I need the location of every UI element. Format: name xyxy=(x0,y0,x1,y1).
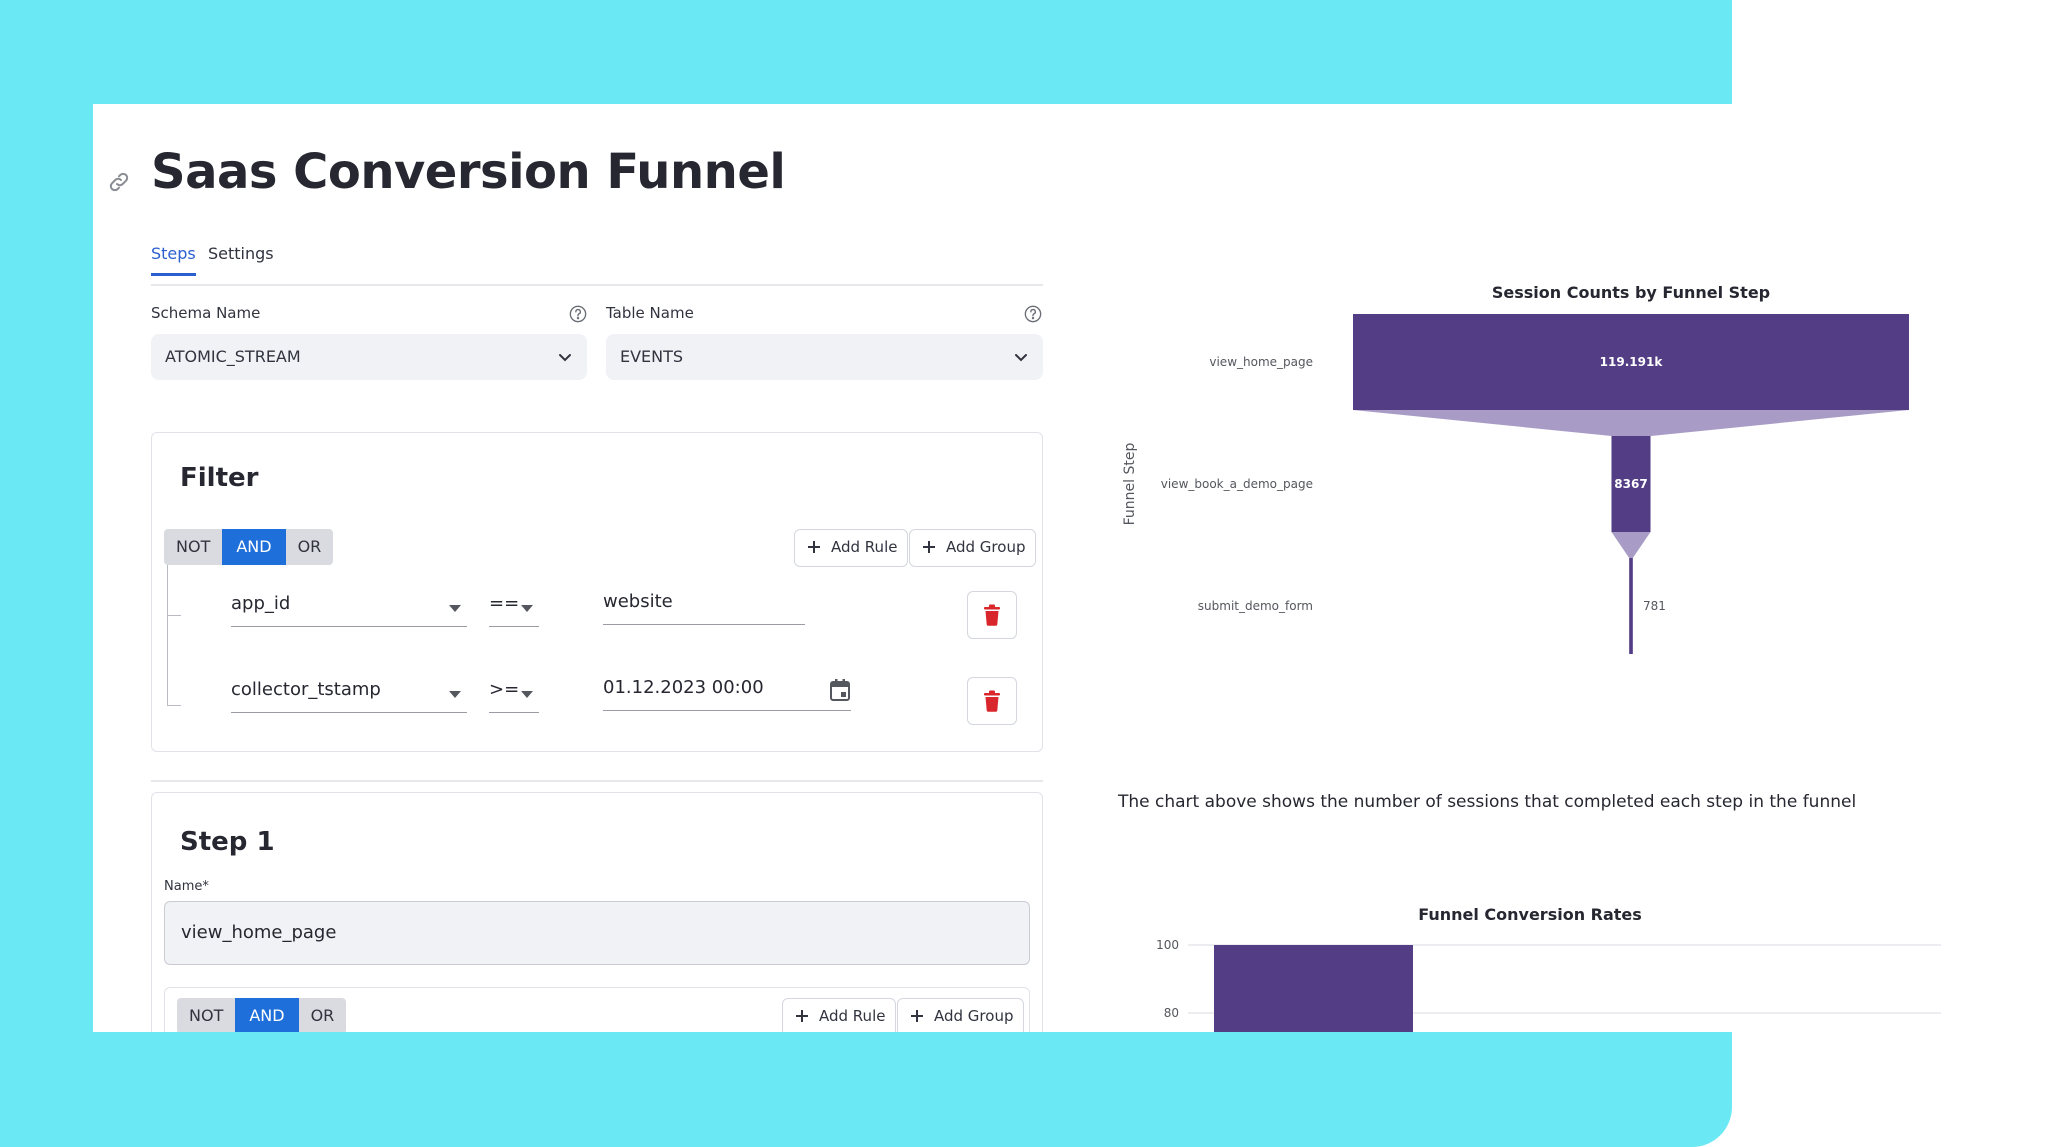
funnel-category-label: view_book_a_demo_page xyxy=(1161,477,1313,491)
funnel-connector xyxy=(1611,532,1651,558)
funnel-category-label: view_home_page xyxy=(1209,355,1313,369)
funnel-value-label: 119.191k xyxy=(1600,355,1664,369)
funnel-connector xyxy=(1353,410,1909,436)
charts-area: Session Counts by Funnel Step Funnel Step… xyxy=(1122,283,1941,1032)
conversion-title: Funnel Conversion Rates xyxy=(1418,905,1642,924)
app-panel: Saas Conversion Funnel Steps Settings Sc… xyxy=(93,104,2048,1032)
funnel-value-label: 781 xyxy=(1643,599,1666,613)
funnel-y-axis-label: Funnel Step xyxy=(1122,443,1138,526)
funnel-title: Session Counts by Funnel Step xyxy=(1492,283,1770,302)
funnel-value-label: 8367 xyxy=(1614,477,1647,491)
funnel-bar-submit_demo_form xyxy=(1629,558,1633,654)
conversion-bar-view_home_page xyxy=(1214,945,1413,1032)
chart-caption: The chart above shows the number of sess… xyxy=(1118,792,1857,812)
conversion-y-tick: 80 xyxy=(1164,1006,1179,1020)
conversion-y-tick: 100 xyxy=(1156,938,1179,952)
funnel-category-label: submit_demo_form xyxy=(1198,599,1313,613)
